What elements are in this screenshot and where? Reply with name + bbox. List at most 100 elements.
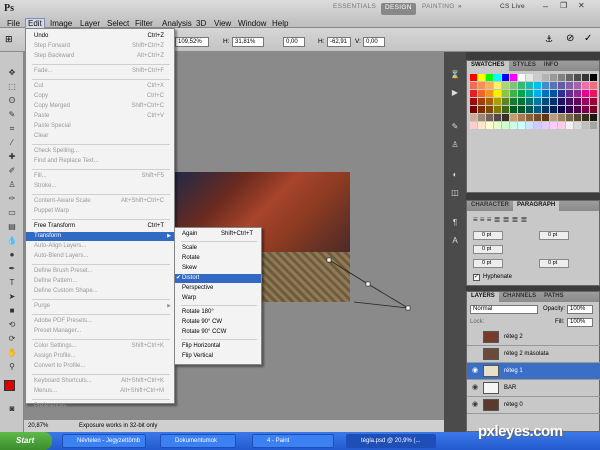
color-swatch[interactable] [510,98,517,105]
color-swatch[interactable] [494,98,501,105]
layer-row[interactable]: ◉ réteg 0 [467,397,600,414]
color-swatch[interactable] [486,122,493,129]
hand-tool-icon[interactable]: ✋ [6,348,18,358]
angle-field[interactable]: 0,00 [283,37,305,47]
color-swatch[interactable] [502,106,509,113]
color-swatch[interactable] [542,122,549,129]
color-swatch[interactable] [574,122,581,129]
color-swatch[interactable] [558,106,565,113]
menu-analysis[interactable]: Analysis [160,19,194,28]
layer-row[interactable]: réteg 2 [467,329,600,346]
color-swatch[interactable] [542,90,549,97]
color-swatch[interactable] [550,82,557,89]
color-swatch[interactable] [526,106,533,113]
color-swatch[interactable] [494,114,501,121]
edit-menu-item[interactable]: Step Backward Alt+Ctrl+Z [26,52,174,61]
color-swatch[interactable] [518,74,525,81]
transform-menu-item[interactable]: Skew [175,264,261,273]
color-swatch[interactable] [494,122,501,129]
history-brush-tool-icon[interactable]: ✑ [6,194,18,204]
edit-menu-item[interactable]: Define Brush Preset... [26,267,174,276]
transform-menu-item[interactable]: Warp [175,294,261,303]
indent-first-line-field[interactable]: 0 pt [473,245,503,254]
edit-menu-item[interactable]: Preferences [26,402,174,411]
pen-tool-icon[interactable]: ✒ [6,264,18,274]
tab-info[interactable]: INFO [540,61,562,71]
color-swatch[interactable] [574,106,581,113]
transform-menu-item[interactable]: Scale [175,244,261,253]
layer-row[interactable]: ◉ BAR [467,380,600,397]
tab-paragraph[interactable]: PARAGRAPH [513,201,560,211]
color-swatch[interactable] [542,82,549,89]
shape-tool-icon[interactable]: ■ [6,306,18,316]
indent-left-field[interactable]: 0 pt [473,231,503,240]
color-swatch[interactable] [478,90,485,97]
edit-menu-item[interactable]: Step Forward Shift+Ctrl+Z [26,42,174,51]
visibility-eye-icon[interactable] [470,333,480,341]
quick-mask-icon[interactable]: ◙ [6,404,18,414]
tab-paths[interactable]: PATHS [540,292,567,302]
color-swatch[interactable] [566,114,573,121]
color-swatch[interactable] [502,98,509,105]
color-swatch[interactable] [534,122,541,129]
align-buttons[interactable]: ≡ ≡ ≡ ≣ ≣ ≣ ≣ [473,215,527,224]
color-swatch[interactable] [494,106,501,113]
edit-menu-item[interactable]: Preset Manager... [26,327,174,336]
color-swatch[interactable] [582,122,589,129]
color-swatch[interactable] [550,106,557,113]
v-skew-field[interactable]: 0,00 [363,37,385,47]
color-swatch[interactable] [486,98,493,105]
color-swatch[interactable] [510,82,517,89]
layer-row[interactable]: réteg 2 másolata [467,346,600,363]
color-swatch[interactable] [518,106,525,113]
edit-menu-item[interactable]: Content-Aware Scale Alt+Shift+Ctrl+C [26,197,174,206]
color-swatch[interactable] [542,106,549,113]
taskbar-paint[interactable]: 4 - Paint [252,434,334,448]
edit-menu-item[interactable]: Puppet Warp [26,207,174,216]
color-swatch[interactable] [574,114,581,121]
color-swatch[interactable] [558,98,565,105]
edit-menu-item[interactable]: Auto-Align Layers... [26,242,174,251]
color-swatch[interactable] [494,74,501,81]
color-swatch[interactable] [502,114,509,121]
color-swatch[interactable] [510,106,517,113]
move-tool-icon[interactable]: ✥ [6,68,18,78]
stamp-tool-icon[interactable]: ♙ [6,180,18,190]
color-swatch[interactable] [470,98,477,105]
color-swatch[interactable] [486,114,493,121]
color-swatch[interactable] [582,98,589,105]
edit-menu-item[interactable]: Convert to Profile... [26,362,174,371]
tab-styles[interactable]: STYLES [509,61,540,71]
transform-menu-item[interactable]: Rotate 90° CW [175,318,261,327]
color-swatch[interactable] [582,82,589,89]
color-swatch[interactable] [590,122,597,129]
color-swatch[interactable] [574,82,581,89]
menu-3d[interactable]: 3D [194,19,208,28]
h-skew-field[interactable]: -62,91 [327,37,351,47]
start-button[interactable]: Start [0,432,52,450]
color-swatch[interactable] [478,82,485,89]
visibility-eye-icon[interactable]: ◉ [470,367,480,375]
lasso-tool-icon[interactable]: ʘ [6,96,18,106]
menu-window[interactable]: Window [236,19,268,28]
color-swatch[interactable] [470,114,477,121]
color-swatch[interactable] [590,114,597,121]
zoom-level[interactable]: 20,87% [28,420,48,432]
visibility-eye-icon[interactable]: ◉ [470,401,480,409]
transform-menu-item[interactable]: ✔ Distort [175,274,261,283]
edit-menu-item[interactable]: Transform ▶ [26,232,174,241]
tab-character[interactable]: CHARACTER [467,201,513,211]
menu-file[interactable]: File [5,19,22,28]
warp-mode-icon[interactable]: ⚓ [545,34,553,45]
opacity-field[interactable]: 100% [567,305,593,314]
color-swatch[interactable] [478,114,485,121]
color-swatch[interactable] [486,90,493,97]
height-scale-field[interactable]: 31,81% [232,37,264,47]
color-swatch[interactable] [550,98,557,105]
color-swatch[interactable] [518,90,525,97]
edit-menu-item[interactable]: Purge ▶ [26,302,174,311]
color-swatch[interactable] [550,114,557,121]
color-swatch[interactable] [542,98,549,105]
color-swatch[interactable] [510,114,517,121]
color-swatch[interactable] [534,98,541,105]
